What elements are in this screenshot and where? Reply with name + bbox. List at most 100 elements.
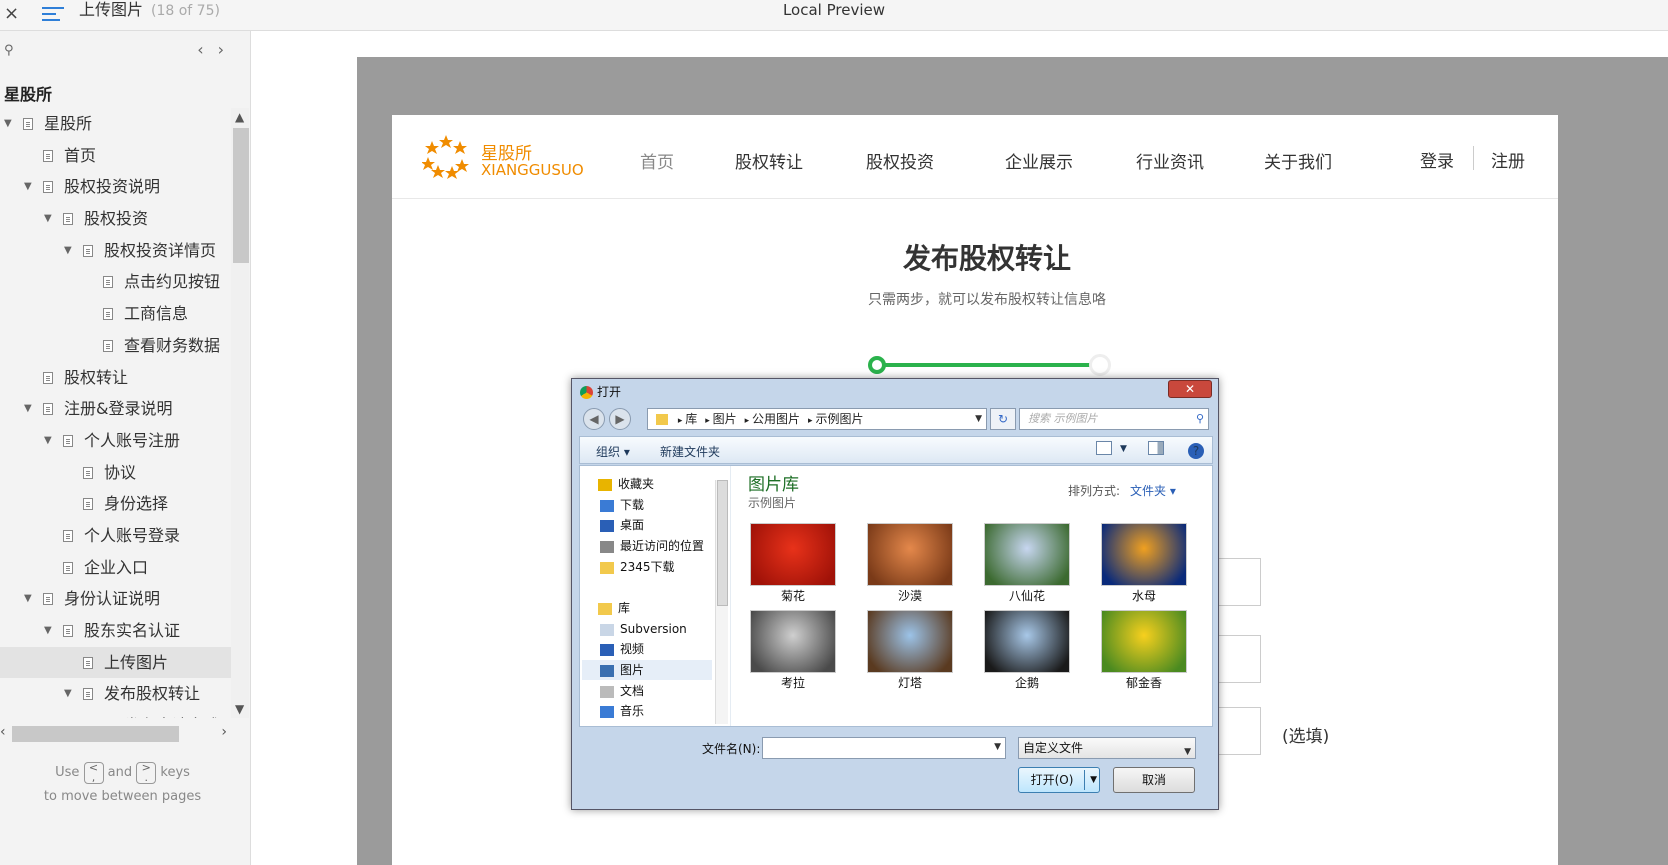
breadcrumb-separator-icon[interactable]: ▸ (745, 416, 752, 426)
sort-dropdown[interactable]: 文件夹 ▾ (1130, 484, 1176, 498)
open-button[interactable]: 打开(O) ▼ (1018, 767, 1100, 793)
chevron-down-icon[interactable]: ▼ (1090, 768, 1097, 792)
chevron-down-icon[interactable]: ▼ (24, 393, 32, 425)
chevron-down-icon[interactable]: ▼ (44, 615, 52, 647)
nav-pane-item[interactable]: 收藏夹 (598, 474, 654, 494)
image-thumbnail[interactable] (984, 610, 1070, 673)
chevron-down-icon[interactable]: ▼ (44, 203, 52, 235)
nav-about-us[interactable]: 关于我们 (1264, 148, 1332, 173)
chevron-down-icon[interactable]: ▼ (64, 235, 72, 267)
hscroll-thumb[interactable] (12, 726, 179, 742)
scroll-up-icon[interactable]: ▲ (235, 110, 244, 124)
breadcrumb[interactable]: ▸ 库 ▸ 图片 ▸ 公用图片 ▸ 示例图片 (678, 412, 872, 426)
nav-home[interactable]: 首页 (640, 148, 674, 173)
nav-enterprise[interactable]: 企业展示 (1005, 148, 1073, 173)
search-icon[interactable]: ⚲ (1196, 409, 1204, 429)
dialog-close-button[interactable]: ✕ (1168, 380, 1212, 398)
tree-item[interactable]: ▼ 股权投资说明 (0, 171, 231, 203)
tree-vertical-scrollbar[interactable]: ▲ ▼ (231, 108, 249, 718)
form-field[interactable] (1216, 707, 1261, 755)
tree-item[interactable]: 发布申请完成 (0, 710, 231, 718)
tree-item[interactable]: 首页 (0, 140, 231, 172)
image-thumbnail[interactable] (750, 610, 836, 673)
refresh-icon[interactable]: ↻ (990, 408, 1016, 430)
tree-item[interactable]: 上传图片 (0, 646, 231, 679)
breadcrumb-separator-icon[interactable]: ▸ (705, 416, 712, 426)
chevron-down-icon[interactable]: ▼ (994, 742, 1001, 752)
chevron-down-icon[interactable]: ▼ (64, 678, 72, 710)
back-icon[interactable]: ◀ (583, 408, 605, 430)
image-thumbnail-label[interactable]: 水母 (1101, 587, 1187, 604)
search-icon[interactable]: ⚲ (4, 43, 14, 58)
scroll-down-icon[interactable]: ▼ (235, 702, 244, 716)
image-thumbnail[interactable] (1101, 523, 1187, 586)
tree-item[interactable]: 个人账号登录 (0, 520, 231, 552)
navpane-scrollbar[interactable] (715, 480, 728, 724)
nav-pane-item[interactable]: 下载 (600, 495, 644, 515)
scroll-thumb[interactable] (717, 480, 728, 606)
nav-pane-item[interactable]: Subversion (600, 619, 687, 639)
image-thumbnail[interactable] (867, 523, 953, 586)
image-thumbnail-label[interactable]: 沙漠 (867, 587, 953, 604)
nav-pane-item[interactable]: 图片 (582, 660, 712, 680)
tree-item[interactable]: ▼ 星股所 (0, 108, 231, 140)
chevron-down-icon[interactable]: ▼ (24, 583, 32, 615)
image-thumbnail-label[interactable]: 郁金香 (1101, 674, 1187, 691)
tree-item[interactable]: ▼ 股权投资详情页 (0, 235, 231, 267)
nav-pane-item[interactable]: 文档 (600, 681, 644, 701)
tree-item[interactable]: 查看财务数据 (0, 330, 231, 362)
chevron-down-icon[interactable]: ▼ (44, 425, 52, 457)
nav-pane-item[interactable]: 库 (598, 598, 630, 618)
tree-item[interactable]: 工商信息 (0, 298, 231, 330)
tree-item[interactable]: ▼ 身份认证说明 (0, 583, 231, 615)
tree-item[interactable]: 点击约见按钮 (0, 266, 231, 298)
image-thumbnail[interactable] (750, 523, 836, 586)
filename-input[interactable]: ▼ (762, 737, 1006, 759)
tree-item[interactable]: ▼ 发布股权转让 (0, 678, 231, 710)
image-thumbnail[interactable] (867, 610, 953, 673)
organize-button[interactable]: 组织 ▾ (596, 443, 630, 460)
address-bar[interactable]: ▸ 库 ▸ 图片 ▸ 公用图片 ▸ 示例图片 ▼ (647, 408, 987, 430)
breadcrumb-item[interactable]: 公用图片 (752, 412, 800, 426)
tree-item[interactable]: ▼ 个人账号注册 (0, 425, 231, 457)
nav-pane-item[interactable]: 2345下载 (600, 557, 675, 577)
image-thumbnail-label[interactable]: 菊花 (750, 587, 836, 604)
prev-page-icon[interactable]: ‹ (197, 40, 217, 59)
image-thumbnail-label[interactable]: 考拉 (750, 674, 836, 691)
tree-item[interactable]: ▼ 注册&登录说明 (0, 393, 231, 425)
nav-equity-transfer[interactable]: 股权转让 (735, 148, 803, 173)
tree-item[interactable]: ▼ 股权投资 (0, 203, 231, 235)
chevron-down-icon[interactable]: ▼ (4, 108, 12, 140)
search-input[interactable]: 搜索 示例图片 ⚲ (1019, 408, 1209, 430)
new-folder-button[interactable]: 新建文件夹 (660, 443, 720, 460)
form-field[interactable] (1216, 635, 1261, 683)
breadcrumb-item[interactable]: 图片 (713, 412, 737, 426)
nav-equity-investment[interactable]: 股权投资 (866, 148, 934, 173)
form-field[interactable] (1216, 558, 1261, 606)
chevron-down-icon[interactable]: ▼ (1184, 742, 1191, 762)
cancel-button[interactable]: 取消 (1113, 767, 1195, 793)
image-thumbnail-label[interactable]: 灯塔 (867, 674, 953, 691)
tree-item[interactable]: 企业入口 (0, 552, 231, 584)
tree-horizontal-scrollbar[interactable]: ‹ › (0, 723, 231, 745)
breadcrumb-item[interactable]: 库 (685, 412, 697, 426)
register-link[interactable]: 注册 (1491, 147, 1525, 172)
nav-pane-item[interactable]: 最近访问的位置 (600, 536, 704, 556)
nav-pane-item[interactable]: 桌面 (600, 515, 644, 535)
chevron-down-icon[interactable]: ▼ (1120, 444, 1127, 454)
nav-industry-news[interactable]: 行业资讯 (1136, 148, 1204, 173)
chevron-down-icon[interactable]: ▼ (975, 409, 982, 429)
view-icon[interactable] (1096, 441, 1112, 455)
login-link[interactable]: 登录 (1420, 147, 1454, 172)
image-thumbnail[interactable] (1101, 610, 1187, 673)
scroll-right-icon[interactable]: › (221, 724, 227, 740)
tree-item[interactable]: ▼ 股东实名认证 (0, 615, 231, 647)
help-icon[interactable]: ? (1188, 443, 1204, 459)
nav-pane-item[interactable]: 视频 (600, 639, 644, 659)
forward-icon[interactable]: ▶ (609, 408, 631, 430)
scroll-left-icon[interactable]: ‹ (0, 724, 6, 740)
image-thumbnail[interactable] (984, 523, 1070, 586)
tree-item[interactable]: 协议 (0, 457, 231, 489)
preview-pane-icon[interactable] (1148, 441, 1164, 455)
chevron-down-icon[interactable]: ▼ (24, 171, 32, 203)
